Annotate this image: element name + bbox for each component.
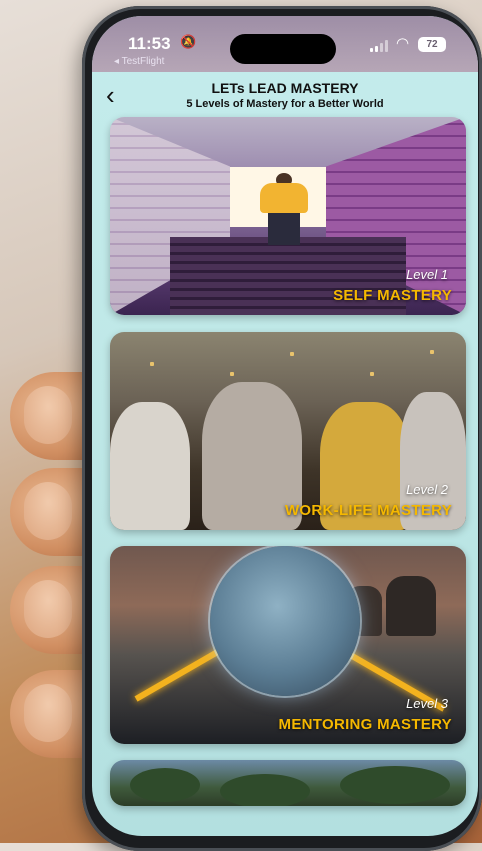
level-card-self-mastery[interactable]: Level 1 SELF MASTERY xyxy=(110,117,466,315)
level-card-partial[interactable] xyxy=(110,760,466,806)
card-title: MENTORING MASTERY xyxy=(278,716,452,733)
card-title: SELF MASTERY xyxy=(333,287,452,304)
page-subtitle: 5 Levels of Mastery for a Better World xyxy=(186,98,384,110)
status-time: 11:53 xyxy=(128,34,171,53)
card-image-person xyxy=(260,173,308,245)
dynamic-island xyxy=(230,34,336,64)
level-card-work-life-mastery[interactable]: Level 2 WORK-LIFE MASTERY xyxy=(110,332,466,530)
wifi-icon: ◠ xyxy=(396,35,410,52)
level-card-mentoring-mastery[interactable]: Level 3 MENTORING MASTERY xyxy=(110,546,466,744)
card-image-sphere xyxy=(210,546,360,696)
battery-indicator: 72 xyxy=(418,37,446,52)
card-level-label: Level 3 xyxy=(406,696,448,711)
card-level-label: Level 1 xyxy=(406,267,448,282)
signal-icon xyxy=(370,40,392,52)
card-title: WORK-LIFE MASTERY xyxy=(284,502,452,519)
status-bar: 11:53 🔕 ◂ TestFlight ◠ 72 xyxy=(92,16,478,72)
app-screen: 11:53 🔕 ◂ TestFlight ◠ 72 ‹ LETs LEAD MA… xyxy=(92,16,478,836)
back-to-app-link[interactable]: ◂ TestFlight xyxy=(114,56,164,67)
silent-bell-icon: 🔕 xyxy=(180,34,197,49)
page-title: LETs LEAD MASTERY xyxy=(211,80,359,96)
card-level-label: Level 2 xyxy=(406,482,448,497)
